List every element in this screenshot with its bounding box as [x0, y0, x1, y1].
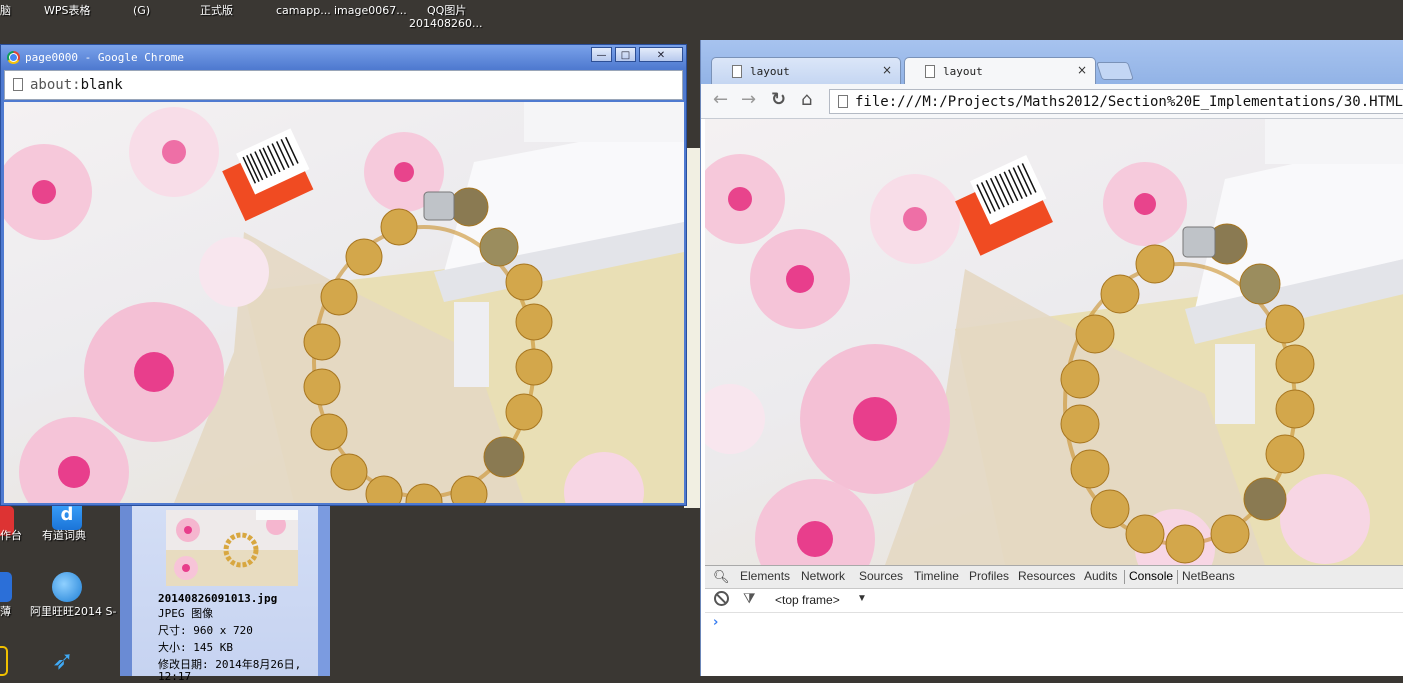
window-titlebar[interactable]: page0000 - Google Chrome — □ ✕: [1, 45, 686, 69]
address-bar[interactable]: file:///M:/Projects/Maths2012/Section%20…: [829, 89, 1403, 114]
desktop-icon-label[interactable]: 阿里旺旺2014 S-: [30, 606, 116, 618]
minimize-button[interactable]: —: [591, 47, 612, 62]
desktop-icon-label[interactable]: 作台: [0, 530, 22, 542]
chrome-window-popup[interactable]: page0000 - Google Chrome — □ ✕ about:bla…: [0, 44, 687, 506]
bracelet-photo: [4, 102, 684, 503]
home-button[interactable]: ⌂: [801, 90, 812, 110]
address-url[interactable]: about:blank: [30, 77, 123, 93]
blue-app-icon[interactable]: [0, 572, 12, 602]
tab-resources[interactable]: Resources: [1018, 569, 1075, 583]
tab-separator: [1177, 570, 1178, 584]
page-icon: [838, 95, 848, 108]
bird-app-icon[interactable]: ➶: [52, 646, 82, 676]
file-dimensions: 尺寸: 960 x 720: [158, 624, 253, 637]
tab-profiles[interactable]: Profiles: [969, 569, 1009, 583]
tab-netbeans[interactable]: NetBeans: [1182, 569, 1235, 583]
chevron-down-icon[interactable]: ▼: [857, 593, 867, 604]
frame-selector[interactable]: <top frame>: [775, 593, 840, 607]
chrome-window-main[interactable]: layout × layout × ← → ↻ ⌂ file:///M:/Pro…: [700, 40, 1403, 676]
devtools-panel: 🔍︎ Elements Network Sources Timeline Pro…: [705, 565, 1403, 676]
search-icon[interactable]: 🔍︎: [713, 569, 730, 585]
desktop-icon-label[interactable]: 脑: [0, 5, 11, 17]
tab-sources[interactable]: Sources: [859, 569, 903, 583]
file-modified-time: 12:17: [158, 670, 192, 683]
console-toolbar: ⧩ <top frame> ▼: [705, 588, 1403, 613]
desktop-icon-label[interactable]: 有道词典: [42, 530, 86, 542]
maximize-button[interactable]: □: [615, 47, 636, 62]
bracelet-photo: [705, 119, 1403, 565]
tab-label: layout: [750, 65, 790, 78]
tab-label: layout: [943, 65, 983, 78]
desktop-icon-label[interactable]: 薄: [0, 606, 11, 618]
desktop-icon-label[interactable]: 201408260...: [409, 18, 482, 30]
tab-network[interactable]: Network: [801, 569, 845, 583]
devtools-tabbar: 🔍︎ Elements Network Sources Timeline Pro…: [705, 565, 1403, 589]
address-bar[interactable]: about:blank: [4, 70, 683, 100]
desktop-icon-label[interactable]: QQ图片: [427, 5, 466, 17]
forward-button[interactable]: →: [741, 90, 756, 110]
folder-icon[interactable]: [0, 646, 8, 676]
desktop-icon-label[interactable]: 正式版: [200, 5, 233, 17]
address-url[interactable]: file:///M:/Projects/Maths2012/Section%20…: [855, 94, 1403, 110]
tab-console[interactable]: Console: [1129, 569, 1173, 583]
chrome-logo-icon: [7, 51, 20, 64]
window-title: page0000 - Google Chrome: [25, 51, 184, 64]
file-thumbnail[interactable]: [166, 510, 298, 586]
page-icon: [925, 65, 935, 78]
close-button[interactable]: ✕: [639, 47, 683, 62]
new-tab-button[interactable]: [1096, 62, 1134, 80]
url-path: blank: [80, 77, 123, 93]
aliwangwang-icon[interactable]: [52, 572, 82, 602]
desktop-icon-label[interactable]: camapp...: [276, 5, 331, 17]
desktop-icon-label[interactable]: WPS表格: [44, 5, 91, 17]
tab-timeline[interactable]: Timeline: [914, 569, 959, 583]
console-prompt[interactable]: ›: [713, 615, 718, 630]
tab-elements[interactable]: Elements: [740, 569, 790, 583]
tab-audits[interactable]: Audits: [1084, 569, 1117, 583]
file-type: JPEG 图像: [158, 607, 214, 620]
back-button[interactable]: ←: [713, 90, 728, 110]
browser-toolbar: ← → ↻ ⌂ file:///M:/Projects/Maths2012/Se…: [701, 84, 1403, 119]
tab-layout-1[interactable]: layout ×: [711, 57, 901, 84]
clear-console-icon[interactable]: [714, 591, 729, 606]
reload-button[interactable]: ↻: [771, 90, 786, 110]
url-scheme: about:: [30, 77, 81, 93]
tab-layout-2-active[interactable]: layout ×: [904, 57, 1096, 84]
page-icon: [13, 78, 23, 91]
tab-separator: [1124, 570, 1125, 584]
file-name: 20140826091013.jpg: [158, 592, 278, 605]
desktop-icon-label[interactable]: image0067...: [334, 5, 407, 17]
filter-icon[interactable]: ⧩: [743, 590, 756, 607]
tab-strip: layout × layout ×: [701, 40, 1403, 84]
desktop-icon-label[interactable]: (G): [133, 5, 150, 17]
page-icon: [732, 65, 742, 78]
tab-close-icon[interactable]: ×: [1077, 63, 1087, 77]
tab-close-icon[interactable]: ×: [882, 63, 892, 77]
file-size: 大小: 145 KB: [158, 641, 233, 654]
